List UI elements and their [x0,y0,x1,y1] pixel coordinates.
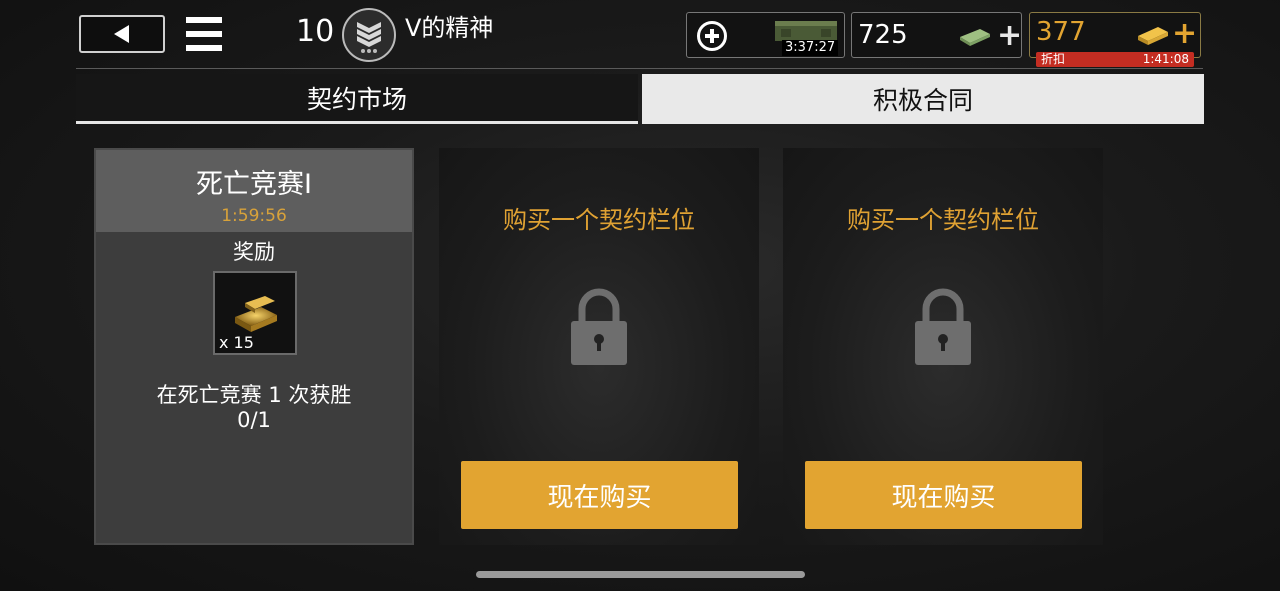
back-button[interactable] [79,15,165,53]
locked-slot-card: 购买一个契约栏位 现在购买 [783,148,1103,545]
menu-bar-icon [186,17,222,23]
player-name: V的精神 [405,14,494,42]
tab-active-contracts[interactable]: 积极合同 [642,74,1204,124]
contract-card[interactable]: 死亡竞赛I 1:59:56 奖励 x 15 在死亡竞赛 1 次获胜 0/1 [94,148,414,545]
back-arrow-icon [114,25,129,43]
add-cash-icon[interactable]: + [997,21,1022,51]
crate-timer: 3:37:27 [782,40,839,56]
cash-icon [960,29,990,46]
cash-resource[interactable]: 725 + [851,12,1022,58]
lock-icon [915,288,971,365]
cash-amount: 725 [858,20,908,50]
discount-timer: 1:41:08 [1142,52,1189,66]
locked-slot-card: 购买一个契约栏位 现在购买 [439,148,759,545]
buy-now-button[interactable]: 现在购买 [461,461,738,529]
header-divider [76,68,1203,69]
contract-progress: 0/1 [237,408,271,432]
gold-bar-icon [1138,27,1168,45]
add-circle-icon[interactable] [697,21,727,51]
add-gold-icon[interactable]: + [1172,19,1197,49]
rank-badge-icon[interactable] [342,8,396,62]
locked-slot-title: 购买一个契约栏位 [503,206,695,234]
home-indicator[interactable] [476,571,805,578]
discount-label: 折扣 [1041,52,1066,66]
menu-button[interactable] [186,17,222,51]
lock-icon [571,288,627,365]
discount-banner: 折扣 1:41:08 [1036,52,1194,67]
contract-title: 死亡竞赛I [196,169,312,200]
gold-resource[interactable]: 377 + 折扣 1:41:08 [1029,12,1201,67]
menu-bar-icon [186,31,222,37]
menu-bar-icon [186,45,222,51]
reward-label: 奖励 [233,240,275,264]
reward-quantity: x 15 [219,333,254,352]
player-level: 10 [296,14,335,49]
reward-item: x 15 [213,271,297,355]
buy-now-button[interactable]: 现在购买 [805,461,1082,529]
gold-amount: 377 [1036,17,1086,47]
contract-timer: 1:59:56 [221,206,287,226]
contract-objective: 在死亡竞赛 1 次获胜 [156,383,352,407]
crate-resource[interactable]: 3:37:27 [686,12,845,58]
locked-slot-title: 购买一个契约栏位 [847,206,1039,234]
tab-contract-market[interactable]: 契约市场 [76,74,638,124]
